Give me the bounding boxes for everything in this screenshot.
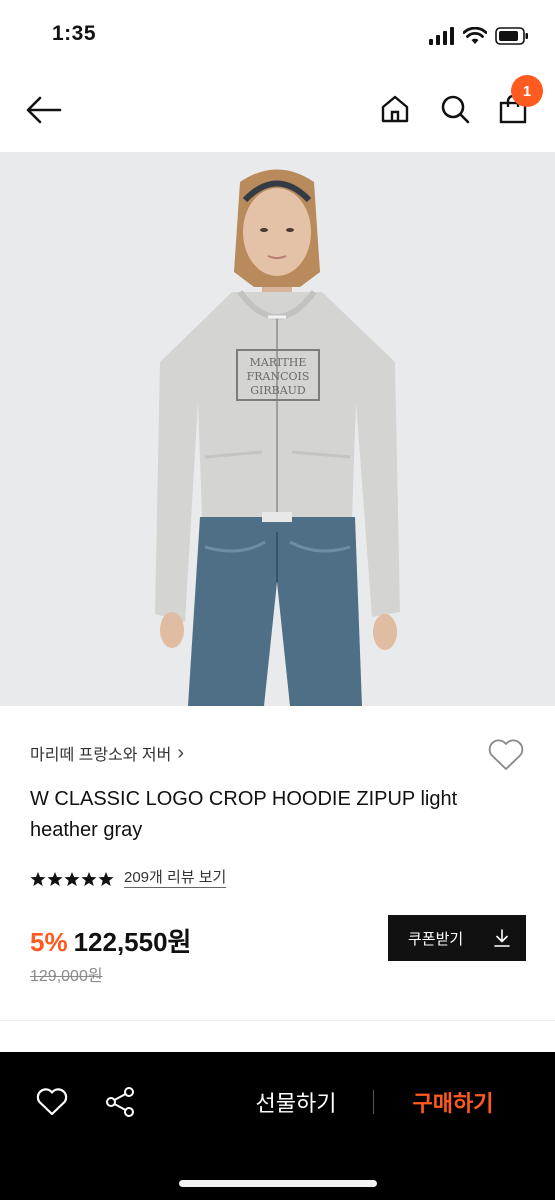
cellular-signal-icon <box>429 27 454 45</box>
discount-rate: 5% <box>30 927 68 957</box>
cart-count-badge: 1 <box>511 75 543 107</box>
back-button[interactable] <box>22 90 66 130</box>
like-button[interactable] <box>32 1082 72 1122</box>
back-arrow-icon <box>26 96 62 124</box>
star-icon <box>81 871 97 886</box>
battery-icon <box>495 27 528 45</box>
home-icon <box>381 95 409 123</box>
image-logo-line-2: FRANCOIS <box>247 370 310 383</box>
image-logo-line-1: MARITHE <box>250 356 307 369</box>
section-divider <box>0 1020 555 1021</box>
brand-name: 마리떼 프랑소와 저버 <box>30 747 172 764</box>
star-icon <box>98 871 114 886</box>
bar-divider <box>373 1090 374 1114</box>
buy-button[interactable]: 구매하기 <box>395 1082 511 1122</box>
status-bar: 1:35 <box>0 0 555 70</box>
product-title: W CLASSIC LOGO CROP HOODIE ZIPUP light h… <box>30 788 458 841</box>
heart-icon <box>488 739 524 770</box>
wifi-icon <box>463 27 487 44</box>
share-icon <box>106 1087 134 1117</box>
status-icons <box>429 24 529 48</box>
star-rating <box>30 871 114 887</box>
rating-row: 209개 리뷰 보기 <box>30 869 227 888</box>
search-icon <box>441 95 470 124</box>
app-header: 1 <box>0 70 555 152</box>
gift-button[interactable]: 선물하기 <box>236 1082 356 1122</box>
share-button[interactable] <box>100 1082 140 1122</box>
product-photo: MARITHE FRANCOIS GIRBAUD <box>0 152 555 706</box>
heart-icon <box>36 1088 68 1116</box>
review-link[interactable]: 209개 리뷰 보기 <box>124 869 227 888</box>
coupon-button[interactable]: 쿠폰받기 <box>388 915 526 961</box>
product-image[interactable]: MARITHE FRANCOIS GIRBAUD <box>0 152 555 706</box>
coupon-button-label: 쿠폰받기 <box>408 930 464 948</box>
original-price: 129,000원 <box>30 968 103 985</box>
home-indicator <box>179 1180 377 1187</box>
price-row: 5% 122,550원 <box>30 922 191 959</box>
home-button[interactable] <box>374 88 416 130</box>
brand-link[interactable]: 마리떼 프랑소와 저버 › <box>30 741 184 765</box>
image-logo-line-3: GIRBAUD <box>250 384 306 397</box>
wishlist-button[interactable] <box>486 736 526 774</box>
star-icon <box>64 871 80 886</box>
status-time: 1:35 <box>52 22 97 45</box>
star-icon <box>47 871 63 886</box>
chevron-right-icon: › <box>177 741 185 764</box>
bottom-action-bar: 선물하기 구매하기 <box>0 1052 555 1200</box>
download-icon <box>494 929 510 947</box>
star-icon <box>30 871 46 886</box>
search-button[interactable] <box>434 88 476 130</box>
sale-price: 122,550원 <box>73 927 192 957</box>
